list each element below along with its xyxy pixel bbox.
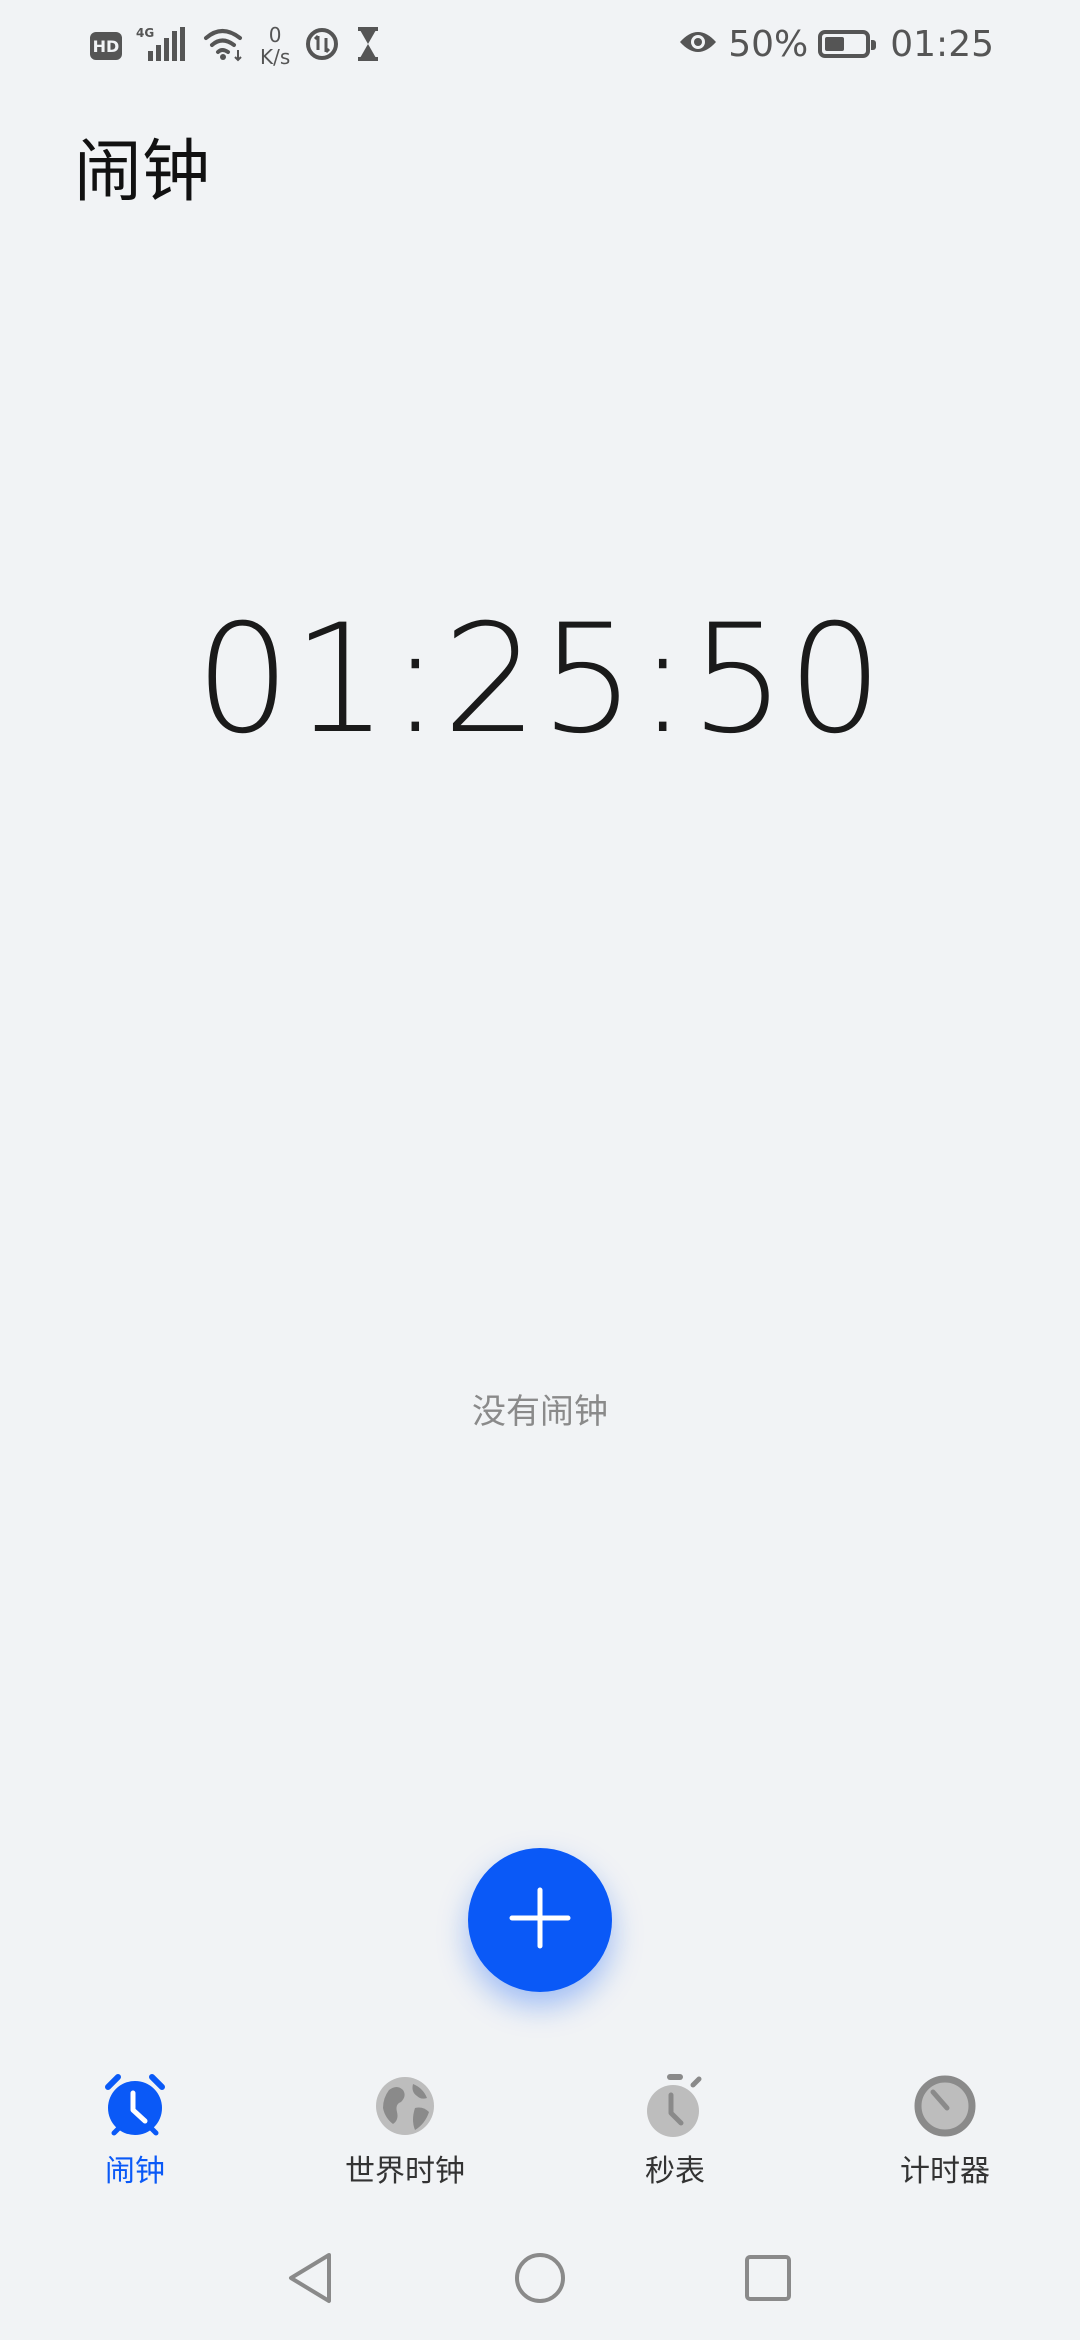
- status-time: 01:25: [890, 23, 994, 65]
- battery-level-fill: [825, 37, 845, 51]
- bottom-tab-bar: 闹钟 世界时钟 秒表 计时器: [0, 2070, 1080, 2210]
- signal-icon: 4G: [136, 25, 188, 67]
- empty-state-message: 没有闹钟: [472, 1392, 608, 1432]
- battery-percent: 50%: [728, 23, 809, 65]
- current-time-display: 01:25:50: [195, 593, 885, 767]
- status-left-group: HD 4G 0 K/s: [90, 22, 382, 70]
- tab-world-clock[interactable]: 世界时钟: [270, 2070, 540, 2210]
- tab-alarm[interactable]: 闹钟: [0, 2070, 270, 2210]
- system-nav-bar: [0, 2240, 1080, 2320]
- globe-icon: [369, 2070, 441, 2142]
- data-saver-icon: [304, 26, 340, 66]
- tab-stopwatch[interactable]: 秒表: [540, 2070, 810, 2210]
- wifi-icon: [202, 26, 246, 66]
- battery-icon: [818, 30, 877, 58]
- nav-home-button[interactable]: [510, 2250, 570, 2310]
- tab-world-clock-label: 世界时钟: [345, 2154, 465, 2189]
- hd-badge: HD: [90, 32, 122, 60]
- timer-icon: [909, 2070, 981, 2142]
- stopwatch-icon: [639, 2070, 711, 2142]
- nav-back-button[interactable]: [280, 2250, 340, 2310]
- nav-recents-button[interactable]: [738, 2250, 798, 2310]
- tab-stopwatch-label: 秒表: [645, 2154, 705, 2189]
- back-triangle-icon: [285, 2251, 335, 2309]
- add-alarm-button[interactable]: [468, 1848, 612, 1992]
- hourglass-icon: [354, 26, 382, 66]
- alarm-clock-icon: [99, 2070, 171, 2142]
- home-circle-icon: [513, 2251, 567, 2309]
- recents-square-icon: [743, 2253, 793, 2307]
- tab-timer[interactable]: 计时器: [810, 2070, 1080, 2210]
- page-title: 闹钟: [74, 133, 211, 212]
- tab-timer-label: 计时器: [900, 2154, 990, 2189]
- tab-alarm-label: 闹钟: [105, 2154, 165, 2189]
- network-speed-unit: K/s: [260, 45, 291, 69]
- network-speed-value: 0: [268, 23, 282, 47]
- status-bar: HD 4G 0 K/s 50% 01:25: [0, 0, 1080, 90]
- network-speed: 0 K/s: [260, 24, 290, 68]
- eye-comfort-icon: [678, 24, 718, 65]
- status-right-group: 50% 01:25: [678, 20, 994, 68]
- plus-icon: [508, 1886, 572, 1954]
- network-type-label: 4G: [136, 26, 154, 40]
